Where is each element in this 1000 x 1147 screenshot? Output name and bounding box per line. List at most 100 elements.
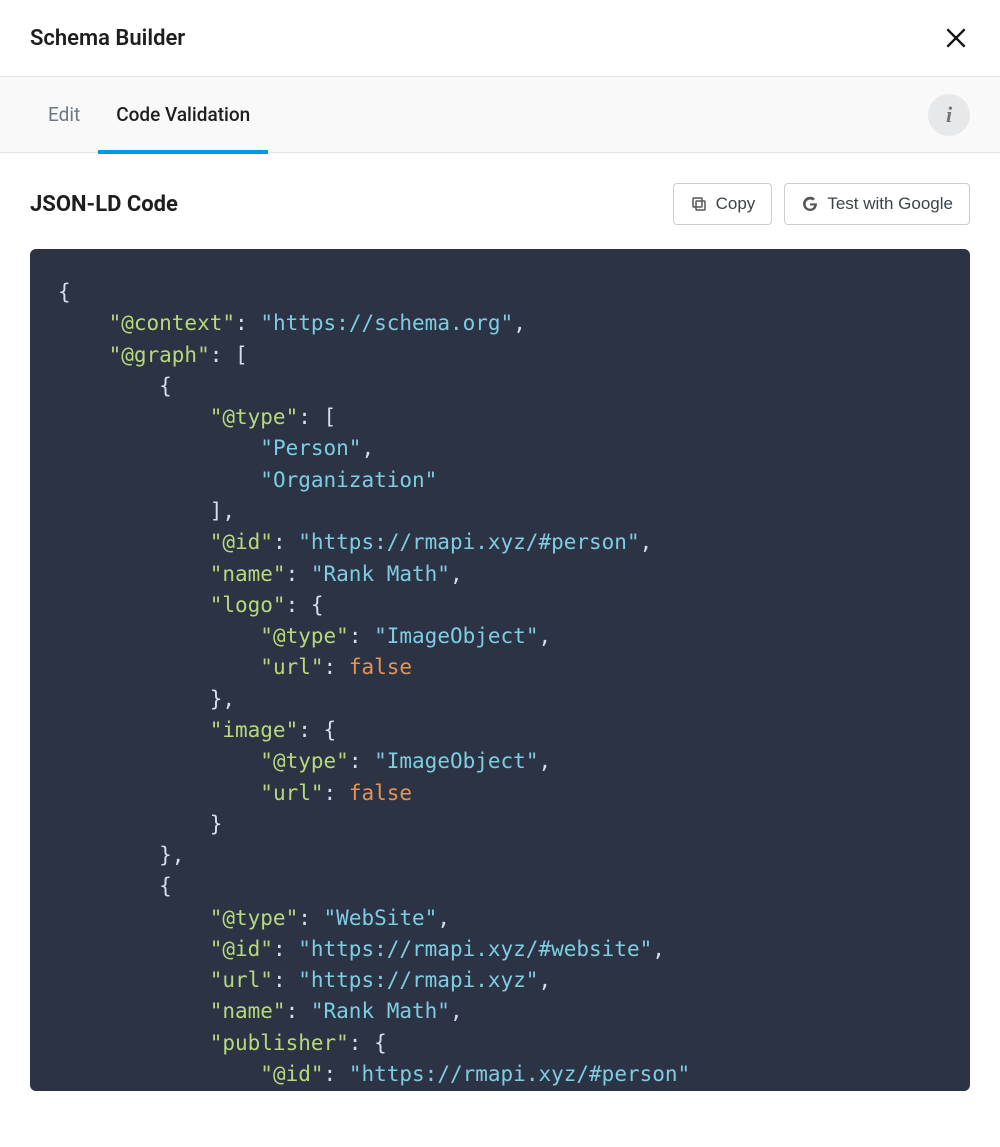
- tab-edit[interactable]: Edit: [30, 77, 98, 153]
- code-token: "@type": [260, 624, 349, 648]
- code-token: "https://rmapi.xyz/#website": [298, 937, 652, 961]
- code-token: [58, 906, 210, 930]
- code-token: [58, 562, 210, 586]
- close-button[interactable]: [942, 24, 970, 52]
- code-token: "logo": [210, 593, 286, 617]
- code-token: ,: [538, 749, 551, 773]
- code-token: "@graph": [109, 343, 210, 367]
- code-token: [58, 311, 109, 335]
- code-token: "@type": [210, 906, 299, 930]
- modal-header: Schema Builder: [0, 0, 1000, 77]
- content-area: JSON-LD Code Copy Test with Google { "@c…: [0, 153, 1000, 1121]
- code-token: {: [58, 374, 172, 398]
- code-token: [58, 718, 210, 742]
- code-token: "https://rmapi.xyz": [298, 968, 538, 992]
- copy-icon: [690, 195, 708, 213]
- code-token: },: [58, 687, 235, 711]
- code-token: [58, 343, 109, 367]
- code-token: : {: [298, 718, 336, 742]
- code-token: [58, 937, 210, 961]
- code-token: "Rank Math": [311, 562, 450, 586]
- copy-button-label: Copy: [716, 194, 756, 214]
- code-token: "name": [210, 562, 286, 586]
- google-icon: [801, 195, 819, 213]
- code-token: :: [324, 1062, 349, 1086]
- code-token: [58, 1031, 210, 1055]
- code-token: "Organization": [260, 468, 437, 492]
- code-token: ,: [538, 624, 551, 648]
- copy-button[interactable]: Copy: [673, 183, 773, 225]
- code-token: ,: [450, 999, 463, 1023]
- code-token: "name": [210, 999, 286, 1023]
- code-token: "url": [260, 781, 323, 805]
- code-token: [58, 655, 260, 679]
- code-token: false: [349, 655, 412, 679]
- code-token: : {: [286, 593, 324, 617]
- code-token: ,: [640, 530, 653, 554]
- code-token: "@context": [109, 311, 235, 335]
- code-token: : [: [298, 405, 336, 429]
- code-token: :: [298, 906, 323, 930]
- code-token: [58, 749, 260, 773]
- code-token: }: [58, 812, 222, 836]
- code-viewer: { "@context": "https://schema.org", "@gr…: [30, 249, 970, 1091]
- code-token: "Person": [260, 436, 361, 460]
- tab-code-validation[interactable]: Code Validation: [98, 77, 268, 153]
- code-token: :: [349, 749, 374, 773]
- code-token: :: [273, 937, 298, 961]
- code-token: ,: [513, 311, 526, 335]
- code-token: "image": [210, 718, 299, 742]
- code-token: [58, 468, 260, 492]
- code-token: [58, 593, 210, 617]
- code-token: {: [58, 874, 172, 898]
- code-token: "@type": [210, 405, 299, 429]
- modal-title: Schema Builder: [30, 26, 185, 51]
- code-token: "https://rmapi.xyz/#person": [349, 1062, 690, 1086]
- tabbar: Edit Code Validation i: [0, 77, 1000, 153]
- code-token: :: [273, 968, 298, 992]
- code-token: ,: [361, 436, 374, 460]
- code-token: [58, 624, 260, 648]
- info-icon: i: [946, 102, 952, 128]
- code-token: false: [349, 781, 412, 805]
- code-token: [58, 530, 210, 554]
- code-token: "url": [210, 968, 273, 992]
- code-token: "https://rmapi.xyz/#person": [298, 530, 639, 554]
- code-token: :: [324, 655, 349, 679]
- close-icon: [943, 25, 969, 51]
- code-content[interactable]: { "@context": "https://schema.org", "@gr…: [58, 277, 942, 1090]
- code-token: "@id": [260, 1062, 323, 1086]
- action-buttons: Copy Test with Google: [673, 183, 970, 225]
- code-token: {: [58, 280, 71, 304]
- code-token: [58, 968, 210, 992]
- info-button[interactable]: i: [928, 94, 970, 136]
- code-token: :: [273, 530, 298, 554]
- code-token: [58, 781, 260, 805]
- code-token: [58, 999, 210, 1023]
- code-token: : {: [349, 1031, 387, 1055]
- content-header: JSON-LD Code Copy Test with Google: [30, 183, 970, 225]
- code-token: "WebSite": [324, 906, 438, 930]
- code-token: :: [349, 624, 374, 648]
- code-token: ,: [652, 937, 665, 961]
- code-token: : [: [210, 343, 248, 367]
- code-token: ,: [437, 906, 450, 930]
- code-token: "url": [260, 655, 323, 679]
- code-token: ,: [450, 562, 463, 586]
- code-token: "ImageObject": [374, 749, 538, 773]
- test-google-button-label: Test with Google: [827, 194, 953, 214]
- code-token: [58, 405, 210, 429]
- code-token: :: [235, 311, 260, 335]
- code-token: ],: [58, 499, 235, 523]
- code-token: "@type": [260, 749, 349, 773]
- test-google-button[interactable]: Test with Google: [784, 183, 970, 225]
- code-token: "publisher": [210, 1031, 349, 1055]
- code-token: :: [286, 999, 311, 1023]
- code-token: [58, 436, 260, 460]
- code-token: "@id": [210, 937, 273, 961]
- code-token: :: [286, 562, 311, 586]
- code-token: ,: [538, 968, 551, 992]
- code-token: "https://schema.org": [260, 311, 513, 335]
- code-token: "@id": [210, 530, 273, 554]
- code-token: "Rank Math": [311, 999, 450, 1023]
